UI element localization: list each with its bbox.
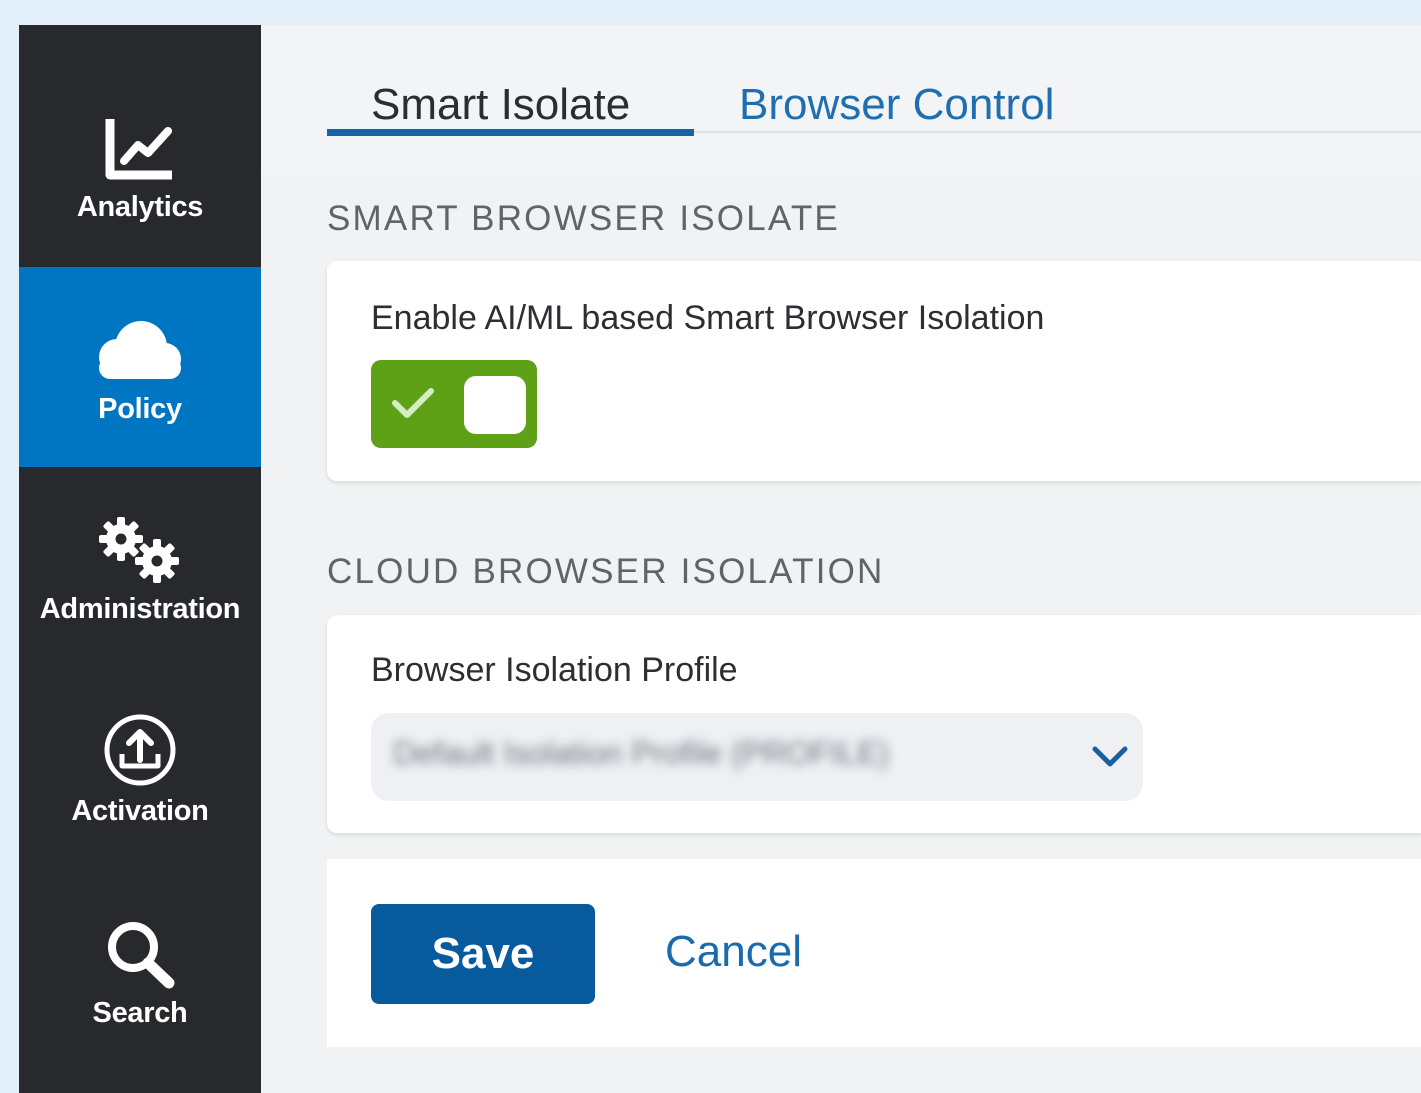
sidebar-nav: Analytics Policy Administration Activati… bbox=[19, 25, 261, 1093]
tab-bar: Smart Isolate Browser Control bbox=[261, 25, 1421, 175]
cloud-isolation-card: Browser Isolation Profile Default Isolat… bbox=[327, 615, 1421, 833]
tab-divider bbox=[694, 131, 1421, 133]
active-tab-indicator bbox=[327, 129, 694, 136]
check-icon bbox=[391, 386, 435, 425]
tab-browser-control[interactable]: Browser Control bbox=[739, 80, 1054, 130]
form-footer: Save Cancel bbox=[327, 859, 1421, 1047]
save-button[interactable]: Save bbox=[371, 904, 595, 1004]
line-chart-icon bbox=[19, 117, 261, 181]
sidebar-item-activation[interactable]: Activation bbox=[19, 667, 261, 867]
sidebar-item-administration[interactable]: Administration bbox=[19, 467, 261, 667]
sidebar-item-policy[interactable]: Policy bbox=[19, 267, 261, 467]
chevron-down-icon bbox=[1091, 744, 1129, 775]
toggle-knob bbox=[464, 376, 526, 434]
upload-circle-icon bbox=[19, 712, 261, 788]
sidebar-item-analytics[interactable]: Analytics bbox=[19, 25, 261, 225]
sidebar-item-label: Administration bbox=[39, 593, 241, 625]
smart-isolation-label: Enable AI/ML based Smart Browser Isolati… bbox=[371, 299, 1045, 337]
sidebar-item-search[interactable]: Search bbox=[19, 867, 261, 1067]
isolation-profile-label: Browser Isolation Profile bbox=[371, 651, 738, 689]
cloud-icon bbox=[19, 317, 261, 383]
sidebar-item-label: Policy bbox=[98, 393, 182, 425]
isolation-profile-value: Default Isolation Profile (PROFILE) bbox=[393, 735, 890, 771]
sidebar-item-label: Analytics bbox=[76, 191, 204, 223]
smart-isolate-card: Enable AI/ML based Smart Browser Isolati… bbox=[327, 261, 1421, 481]
sidebar-item-label: Search bbox=[92, 997, 188, 1029]
section-title-smart-browser-isolate: SMART BROWSER ISOLATE bbox=[327, 199, 840, 238]
gears-icon bbox=[19, 515, 261, 585]
smart-isolation-toggle[interactable] bbox=[371, 360, 537, 448]
tab-smart-isolate[interactable]: Smart Isolate bbox=[371, 80, 630, 130]
main-panel: Smart Isolate Browser Control SMART BROW… bbox=[261, 25, 1421, 1093]
isolation-profile-select[interactable]: Default Isolation Profile (PROFILE) bbox=[371, 713, 1143, 801]
section-title-cloud-browser-isolation: CLOUD BROWSER ISOLATION bbox=[327, 552, 885, 591]
cancel-button[interactable]: Cancel bbox=[665, 927, 802, 977]
sidebar-item-label: Activation bbox=[71, 795, 209, 827]
search-icon bbox=[19, 917, 261, 989]
